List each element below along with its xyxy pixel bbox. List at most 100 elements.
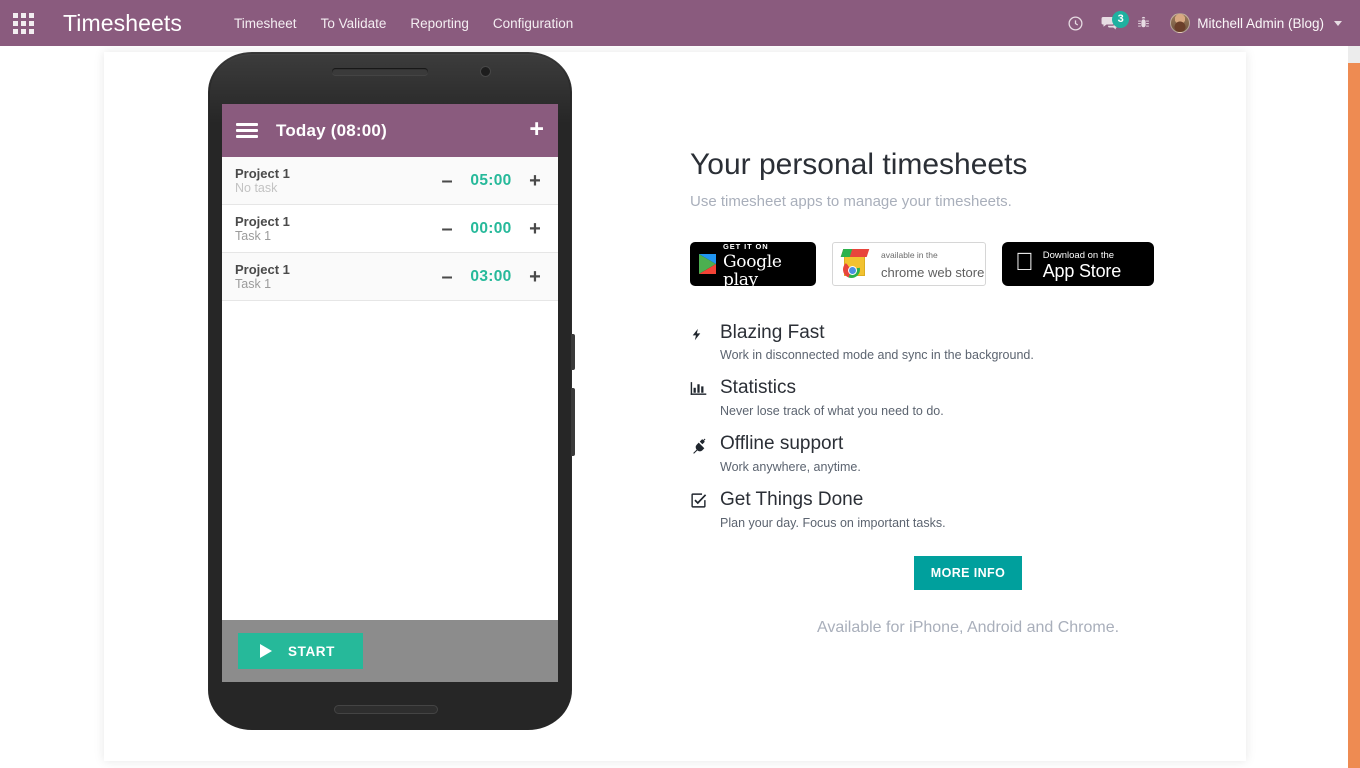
chevron-down-icon	[1334, 20, 1342, 26]
table-row[interactable]: Project 1 Task 1 – 00:00 +	[222, 205, 558, 253]
phone-speaker	[332, 68, 428, 75]
menu-item-timesheet[interactable]: Timesheet	[222, 0, 309, 46]
app-store-big-label: App Store	[1024, 261, 1121, 282]
increment-button[interactable]: +	[524, 219, 546, 239]
app-store-text: Download on the App Store	[1043, 245, 1121, 282]
row-project: Project 1	[235, 165, 290, 181]
feature-description: Plan your day. Focus on important tasks.	[720, 515, 946, 530]
more-info-wrapper: MORE INFO	[690, 555, 1246, 590]
chat-bubble-icon[interactable]: 3	[1092, 0, 1130, 46]
chrome-web-store-badge[interactable]: available in the chrome web store	[832, 241, 986, 286]
apple-logo-icon: 	[1015, 249, 1034, 275]
menu-item-to-validate[interactable]: To Validate	[309, 0, 399, 46]
app-brand-title[interactable]: Timesheets	[63, 10, 182, 37]
chrome-web-store-icon	[840, 248, 873, 279]
decrement-button[interactable]: –	[436, 171, 458, 191]
add-entry-icon[interactable]: +	[529, 116, 544, 145]
content-card: Today (08:00) + Project 1 No task – 05:0…	[104, 52, 1246, 761]
feature-title: Get Things Done	[720, 488, 864, 510]
row-duration: 05:00	[470, 171, 512, 189]
hamburger-line	[236, 123, 258, 126]
hamburger-line	[236, 129, 258, 132]
row-duration: 00:00	[470, 219, 512, 237]
phone-home-bar	[334, 705, 438, 714]
check-square-icon	[690, 489, 720, 530]
top-navbar: Timesheets Timesheet To Validate Reporti…	[0, 0, 1360, 46]
row-labels: Project 1 Task 1	[235, 262, 436, 292]
hamburger-icon[interactable]	[236, 120, 258, 141]
google-play-text: GET IT ON Google play	[723, 237, 816, 289]
decrement-button[interactable]: –	[436, 219, 458, 239]
row-project: Project 1	[235, 213, 290, 229]
feature-title: Statistics	[720, 377, 797, 399]
grid-dot	[12, 28, 18, 34]
availability-text: Available for iPhone, Android and Chrome…	[816, 618, 1120, 636]
grid-dot	[12, 12, 18, 18]
grid-dot	[28, 12, 34, 18]
row-project: Project 1	[235, 261, 290, 277]
google-play-icon	[699, 253, 716, 274]
user-name-label: Mitchell Admin (Blog)	[1197, 15, 1324, 31]
row-labels: Project 1 Task 1	[235, 214, 436, 244]
clock-icon[interactable]	[1058, 0, 1092, 46]
grid-dot	[28, 20, 34, 26]
phone-mockup: Today (08:00) + Project 1 No task – 05:0…	[208, 52, 575, 730]
feature-title: Blazing Fast	[720, 321, 825, 343]
row-duration: 03:00	[470, 267, 512, 285]
main-menu: Timesheet To Validate Reporting Configur…	[222, 0, 585, 46]
feature-body: Get Things Done Plan your day. Focus on …	[720, 489, 1246, 530]
table-row[interactable]: Project 1 Task 1 – 03:00 +	[222, 253, 558, 301]
feature-description: Work in disconnected mode and sync in th…	[720, 348, 1034, 363]
row-task: No task	[235, 180, 278, 195]
phone-volume-button	[571, 334, 575, 370]
feature-item-offline-support: Offline support Work anywhere, anytime.	[690, 433, 1246, 474]
promo-panel: Your personal timesheets Use timesheet a…	[690, 148, 1246, 637]
user-menu[interactable]: Mitchell Admin (Blog)	[1160, 0, 1348, 46]
table-row[interactable]: Project 1 No task – 05:00 +	[222, 157, 558, 205]
cws-big-label: chrome web store	[881, 264, 985, 280]
bar-chart-icon	[690, 377, 720, 418]
feature-description: Work anywhere, anytime.	[720, 459, 861, 474]
store-badges: GET IT ON Google play available in the c…	[690, 241, 1246, 289]
phone-app-title: Today (08:00)	[276, 120, 387, 140]
chrome-logo-icon	[843, 260, 860, 278]
page-subtitle: Use timesheet apps to manage your timesh…	[690, 192, 1012, 210]
plug-icon	[690, 433, 720, 474]
page-body: Today (08:00) + Project 1 No task – 05:0…	[0, 46, 1360, 768]
start-button-label: START	[288, 643, 335, 659]
feature-body: Statistics Never lose track of what you …	[720, 377, 1246, 418]
cws-small-label: available in the	[881, 250, 938, 261]
google-play-big-label: Google play	[723, 252, 782, 290]
start-button[interactable]: START	[238, 633, 363, 669]
more-info-button[interactable]: MORE INFO	[913, 555, 1023, 590]
row-task: Task 1	[235, 228, 272, 243]
timesheet-list: Project 1 No task – 05:00 + Project 1 Ta…	[222, 157, 558, 620]
grid-dot	[20, 28, 26, 34]
phone-camera	[480, 66, 491, 77]
menu-item-configuration[interactable]: Configuration	[481, 0, 585, 46]
increment-button[interactable]: +	[524, 267, 546, 287]
feature-title: Offline support	[720, 433, 844, 455]
phone-power-button	[571, 388, 575, 456]
feature-item-statistics: Statistics Never lose track of what you …	[690, 377, 1246, 418]
grid-dot	[28, 28, 34, 34]
increment-button[interactable]: +	[524, 171, 546, 191]
feature-item-blazing-fast: Blazing Fast Work in disconnected mode a…	[690, 322, 1246, 363]
apps-grid-icon[interactable]	[0, 0, 46, 46]
page-scrollbar-thumb[interactable]	[1348, 63, 1360, 768]
grid-dot	[20, 20, 26, 26]
grid-dot	[12, 20, 18, 26]
bolt-icon	[690, 322, 720, 363]
hamburger-line	[236, 135, 258, 138]
play-icon	[260, 644, 272, 658]
menu-item-reporting[interactable]: Reporting	[398, 0, 481, 46]
feature-body: Offline support Work anywhere, anytime.	[720, 433, 1246, 474]
bug-icon[interactable]	[1126, 0, 1160, 46]
app-store-badge[interactable]:  Download on the App Store	[1002, 241, 1154, 286]
feature-description: Never lose track of what you need to do.	[720, 404, 944, 419]
google-play-small-label: GET IT ON	[723, 242, 769, 252]
grid-dot	[20, 12, 26, 18]
feature-body: Blazing Fast Work in disconnected mode a…	[720, 322, 1246, 363]
decrement-button[interactable]: –	[436, 267, 458, 287]
google-play-badge[interactable]: GET IT ON Google play	[690, 241, 816, 289]
